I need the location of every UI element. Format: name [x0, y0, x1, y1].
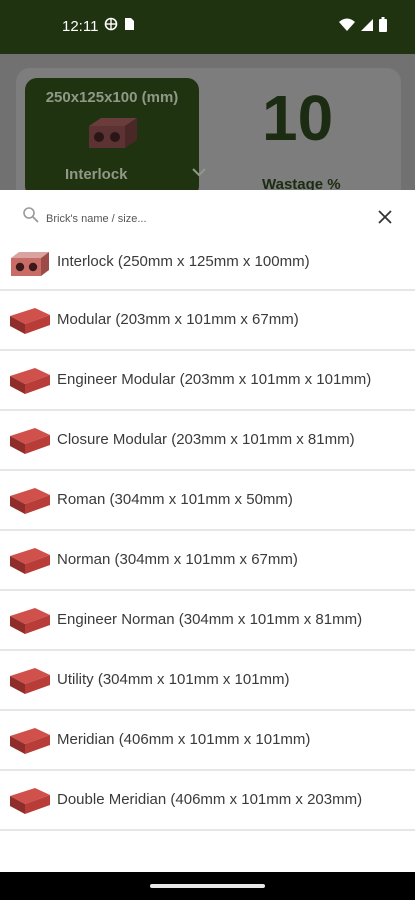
vpn-globe-icon [104, 17, 118, 31]
brick-icon [10, 608, 50, 634]
home-gesture-handle[interactable] [150, 884, 265, 888]
brick-icon [10, 728, 50, 754]
selected-brick-name: Interlock [65, 166, 128, 183]
list-item[interactable]: Norman (304mm x 101mm x 67mm) [0, 531, 415, 591]
brick-size-label: 250x125x100 (mm) [45, 89, 179, 106]
list-item-label: Norman (304mm x 101mm x 67mm) [57, 551, 298, 568]
list-item[interactable]: Meridian (406mm x 101mm x 101mm) [0, 711, 415, 771]
list-item-label: Meridian (406mm x 101mm x 101mm) [57, 731, 311, 748]
status-bar: 12:11 [0, 0, 415, 54]
list-item[interactable]: Engineer Norman (304mm x 101mm x 81mm) [0, 591, 415, 651]
search-input[interactable] [46, 208, 346, 230]
list-item[interactable]: Engineer Modular (203mm x 101mm x 101mm) [0, 351, 415, 411]
close-button[interactable] [372, 204, 398, 230]
brick-picker-sheet: Interlock (250mm x 125mm x 100mm) Modula… [0, 190, 415, 872]
brick-icon [10, 788, 50, 814]
brick-icon [10, 668, 50, 694]
list-item-label: Engineer Norman (304mm x 101mm x 81mm) [57, 611, 363, 628]
signal-icon [361, 18, 373, 31]
brick-list: Interlock (250mm x 125mm x 100mm) Modula… [0, 242, 415, 831]
close-icon [378, 210, 392, 224]
list-item[interactable]: Interlock (250mm x 125mm x 100mm) [0, 242, 415, 291]
sim-card-icon [125, 18, 134, 30]
status-time: 12:11 [62, 18, 99, 35]
brick-icon [10, 428, 50, 454]
brick-icon [10, 488, 50, 514]
battery-icon [379, 17, 387, 32]
brick-selector-card[interactable]: 250x125x100 (mm) Interlock [25, 78, 206, 198]
wifi-icon [339, 18, 355, 31]
interlock-brick-icon [11, 252, 49, 276]
search-icon [23, 207, 39, 223]
navigation-bar [0, 872, 415, 900]
list-item-label: Engineer Modular (203mm x 101mm x 101mm) [57, 371, 372, 388]
list-item[interactable]: Double Meridian (406mm x 101mm x 203mm) [0, 771, 415, 831]
list-item[interactable]: Roman (304mm x 101mm x 50mm) [0, 471, 415, 531]
brick-icon [10, 368, 50, 394]
list-item-label: Utility (304mm x 101mm x 101mm) [57, 671, 290, 688]
chevron-down-icon [192, 168, 206, 177]
list-item-label: Modular (203mm x 101mm x 67mm) [57, 311, 299, 328]
list-item[interactable]: Utility (304mm x 101mm x 101mm) [0, 651, 415, 711]
interlock-brick-icon [89, 118, 137, 148]
search-row [0, 190, 415, 242]
wastage-value: 10 [262, 82, 334, 154]
list-item[interactable]: Modular (203mm x 101mm x 67mm) [0, 291, 415, 351]
list-item-label: Roman (304mm x 101mm x 50mm) [57, 491, 293, 508]
brick-icon [10, 548, 50, 574]
list-item-label: Interlock (250mm x 125mm x 100mm) [57, 253, 310, 270]
list-item-label: Double Meridian (406mm x 101mm x 203mm) [57, 791, 363, 808]
list-item-label: Closure Modular (203mm x 101mm x 81mm) [57, 431, 355, 448]
list-item[interactable]: Closure Modular (203mm x 101mm x 81mm) [0, 411, 415, 471]
brick-icon [10, 308, 50, 334]
